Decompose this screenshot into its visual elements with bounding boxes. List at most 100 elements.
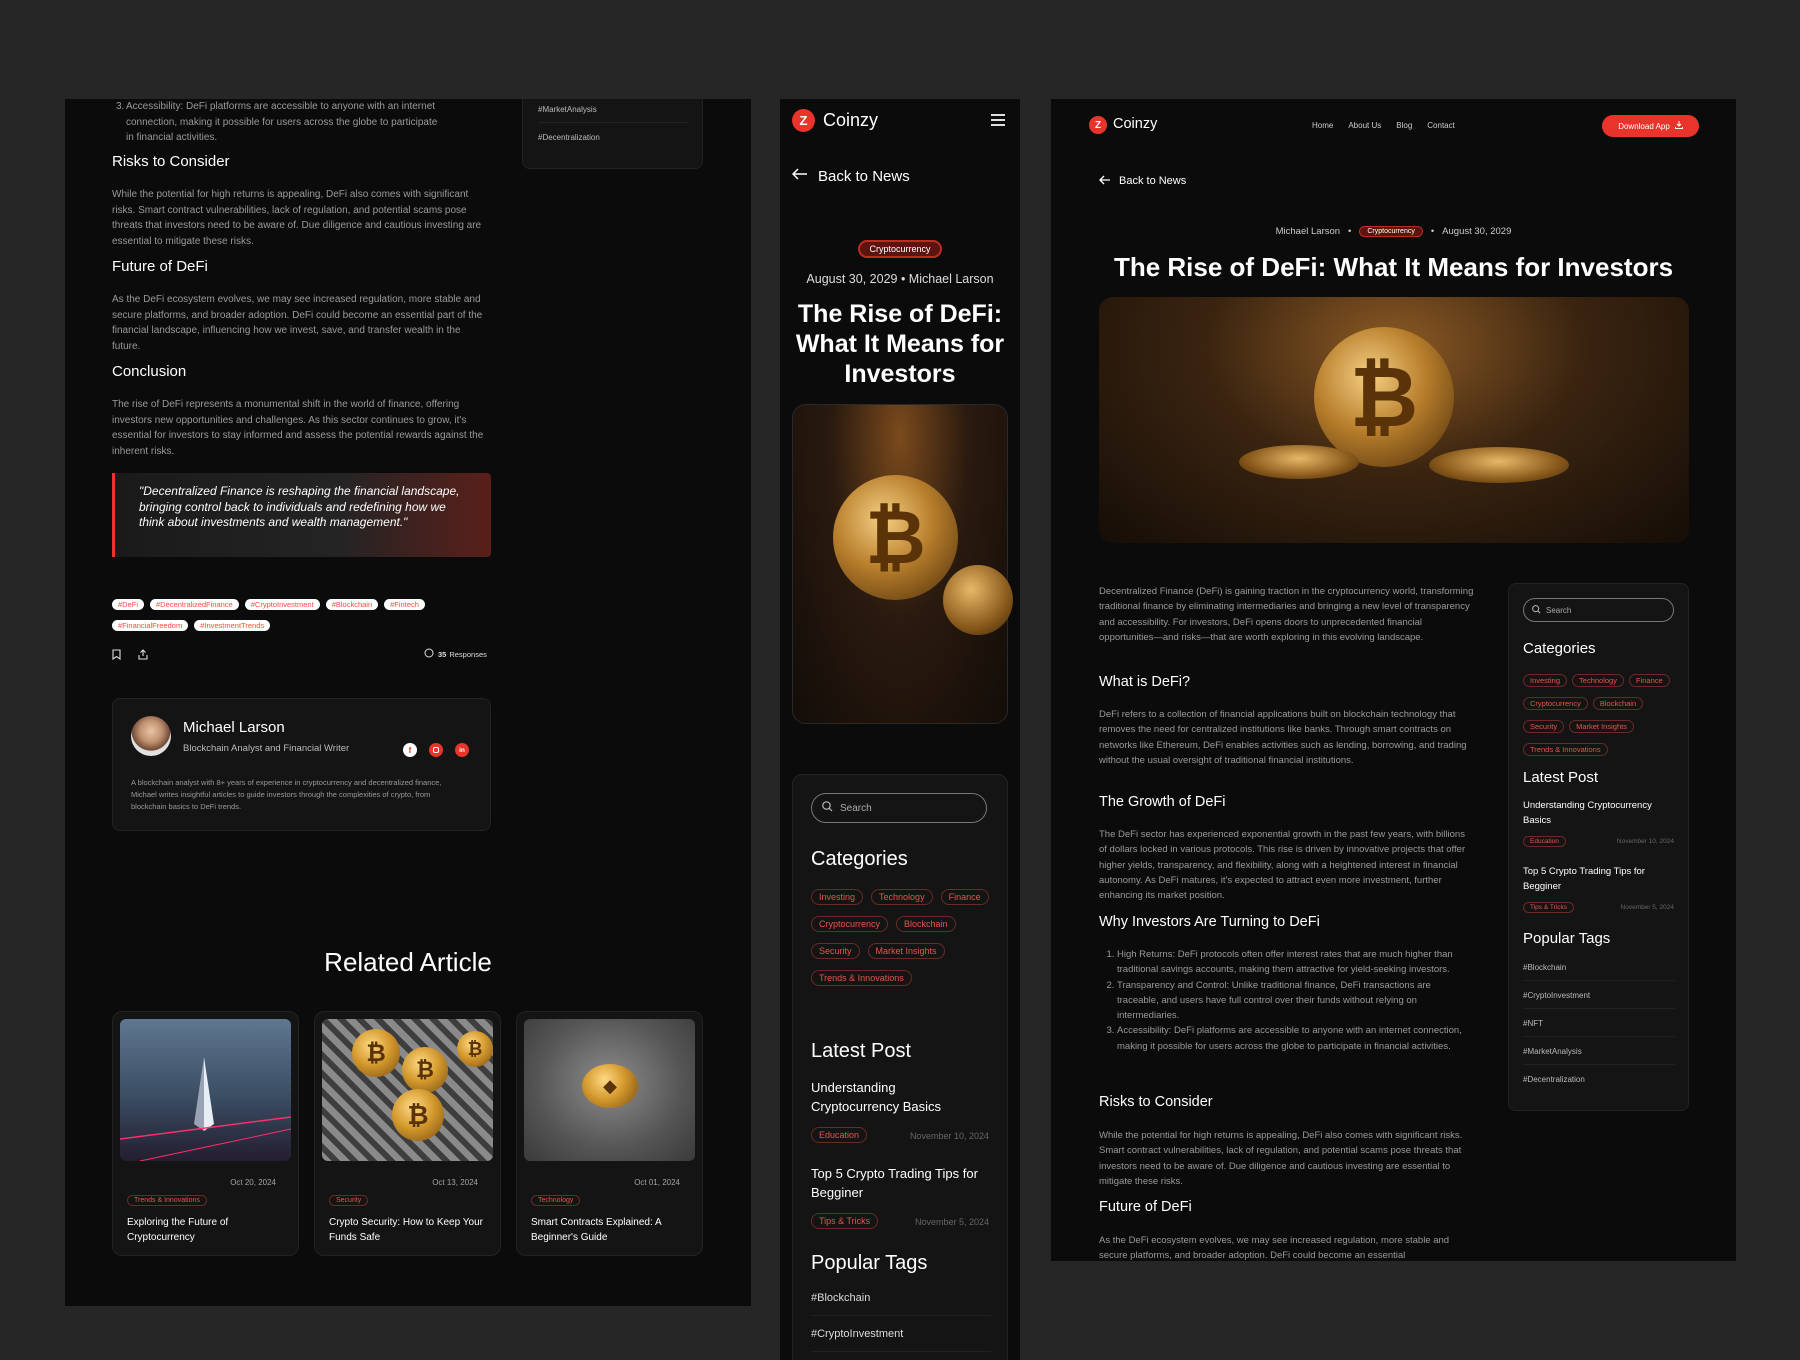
divider	[1523, 980, 1675, 981]
category-pill[interactable]: Market Insights	[1569, 720, 1634, 733]
linkedin-icon[interactable]: in	[455, 743, 469, 757]
latest-post-date: November 5, 2024	[1620, 904, 1674, 911]
related-article-card[interactable]: Oct 20, 2024 Trends & Innovations Explor…	[112, 1011, 299, 1256]
related-title[interactable]: Exploring the Future of Cryptocurrency	[127, 1215, 287, 1245]
popular-tag[interactable]: #Blockchain	[811, 1292, 870, 1304]
related-article-card[interactable]: ₿ ₿ ₿ ₿ Oct 13, 2024 Security Crypto Sec…	[314, 1011, 501, 1256]
search-box[interactable]: Search	[811, 793, 987, 823]
list-item-accessibility: Accessibility: DeFi platforms are access…	[126, 101, 438, 143]
menu-icon[interactable]	[990, 113, 1006, 132]
popular-tag[interactable]: #MarketAnalysis	[1523, 1047, 1582, 1056]
bookmark-icon[interactable]	[112, 647, 121, 665]
divider	[811, 1351, 991, 1352]
article-date: August 30, 2029	[1442, 226, 1512, 237]
related-title[interactable]: Crypto Security: How to Keep Your Funds …	[329, 1215, 489, 1245]
nav-contact[interactable]: Contact	[1427, 121, 1455, 130]
popular-tag[interactable]: #Blockchain	[1523, 963, 1566, 972]
category-pills: Investing Technology Finance Cryptocurrency…	[1523, 670, 1683, 762]
category-pill[interactable]: Technology	[1572, 674, 1624, 687]
latest-post-title[interactable]: Top 5 Crypto Trading Tips for Begginer	[1523, 864, 1678, 894]
category-pill[interactable]: Blockchain	[1592, 697, 1644, 710]
back-label: Back to News	[818, 167, 910, 185]
category-badge[interactable]: Cryptocurrency	[1359, 226, 1423, 237]
latest-post-tag[interactable]: Tips & Tricks	[811, 1213, 879, 1229]
search-box[interactable]: Search	[1523, 598, 1674, 622]
latest-post-tag[interactable]: Tips & Tricks	[1523, 902, 1574, 913]
brand-logo[interactable]: Z	[1089, 116, 1107, 134]
article-tag[interactable]: #DeFi	[112, 599, 145, 610]
why-list: High Returns: DeFi protocols often offer…	[1117, 947, 1475, 1054]
responses-link[interactable]: 35 Responses	[424, 648, 487, 660]
back-to-news-link[interactable]: Back to News	[791, 167, 910, 185]
instagram-icon[interactable]	[429, 743, 443, 757]
related-tag[interactable]: Technology	[531, 1195, 581, 1206]
facebook-icon[interactable]: f	[403, 743, 417, 757]
latest-post-title[interactable]: Understanding Cryptocurrency Basics	[811, 1078, 981, 1116]
article-date: August 30, 2029	[806, 272, 898, 286]
popular-tag[interactable]: #NFT	[1523, 1019, 1543, 1028]
category-pill[interactable]: Security	[1523, 720, 1565, 733]
popular-tag[interactable]: #CryptoInvestment	[811, 1328, 903, 1340]
related-tag[interactable]: Trends & Innovations	[127, 1195, 207, 1206]
latest-post-title[interactable]: Top 5 Crypto Trading Tips for Begginer	[811, 1164, 981, 1202]
related-tag[interactable]: Security	[329, 1195, 369, 1206]
popular-heading: Popular Tags	[1523, 930, 1611, 947]
category-pill[interactable]: Market Insights	[867, 943, 945, 959]
category-pill[interactable]: Cryptocurrency	[811, 916, 889, 932]
why-list-item: Transparency and Control: Unlike traditi…	[1117, 978, 1475, 1024]
growth-heading: The Growth of DeFi	[1099, 794, 1226, 810]
article-meta: Michael Larson • Cryptocurrency • August…	[1275, 226, 1512, 237]
article-tag[interactable]: #FinancialFreedom	[112, 620, 189, 631]
category-pill[interactable]: Finance	[940, 889, 989, 905]
article-tag[interactable]: #InvestmentTrends	[194, 620, 271, 631]
share-icon[interactable]	[138, 647, 148, 665]
related-article-card[interactable]: ◆ Oct 01, 2024 Technology Smart Contract…	[516, 1011, 703, 1256]
article-tag[interactable]: #Blockchain	[325, 599, 379, 610]
future-heading: Future of DeFi	[1099, 1199, 1192, 1215]
download-app-button[interactable]: Download App	[1602, 115, 1699, 137]
brand-name[interactable]: Coinzy	[823, 110, 878, 131]
risks-text: While the potential for high returns is …	[112, 189, 482, 247]
divider	[1523, 1064, 1675, 1065]
related-title[interactable]: Smart Contracts Explained: A Beginner's …	[531, 1215, 691, 1245]
article-title: The Rise of DeFi: What It Means for Inve…	[1113, 252, 1674, 282]
related-date: Oct 01, 2024	[634, 1178, 680, 1187]
brand-logo[interactable]: Z	[792, 109, 815, 132]
latest-post-tag[interactable]: Education	[1523, 836, 1566, 847]
category-badge[interactable]: Cryptocurrency	[780, 239, 1020, 258]
what-text: DeFi refers to a collection of financial…	[1099, 709, 1467, 766]
category-pill[interactable]: Finance	[1628, 674, 1670, 687]
category-pill[interactable]: Investing	[811, 889, 864, 905]
desktop-article-page: Z Coinzy Home About Us Blog Contact Down…	[1051, 99, 1736, 1261]
why-list-item: High Returns: DeFi protocols often offer…	[1117, 947, 1475, 978]
divider	[538, 122, 688, 123]
category-pill[interactable]: Trends & Innovations	[811, 970, 912, 986]
category-pill[interactable]: Trends & Innovations	[1523, 743, 1608, 756]
future-text: As the DeFi ecosystem evolves, we may se…	[1099, 1235, 1450, 1261]
category-pill[interactable]: Blockchain	[896, 916, 956, 932]
risks-heading: Risks to Consider	[112, 153, 230, 170]
nav-about[interactable]: About Us	[1348, 121, 1381, 130]
article-tag[interactable]: #CryptoInvestment	[244, 599, 320, 610]
popular-tag[interactable]: #CryptoInvestment	[1523, 991, 1590, 1000]
nav-blog[interactable]: Blog	[1396, 121, 1412, 130]
nav-home[interactable]: Home	[1312, 121, 1333, 130]
category-pill[interactable]: Security	[811, 943, 860, 959]
popular-tag[interactable]: #Decentralization	[1523, 1075, 1585, 1084]
latest-post-tag[interactable]: Education	[811, 1127, 868, 1143]
popular-tags-box: #MarketAnalysis #Decentralization	[522, 99, 703, 169]
article-tag[interactable]: #DecentralizedFinance	[150, 599, 239, 610]
article-tag[interactable]: #Fintech	[384, 599, 425, 610]
back-to-news-link[interactable]: Back to News	[1099, 172, 1186, 190]
popular-tag[interactable]: #MarketAnalysis	[538, 105, 597, 114]
category-pill[interactable]: Investing	[1523, 674, 1568, 687]
latest-post-title[interactable]: Understanding Cryptocurrency Basics	[1523, 798, 1678, 828]
popular-tag[interactable]: #Decentralization	[538, 133, 600, 142]
category-pill[interactable]: Cryptocurrency	[1523, 697, 1588, 710]
category-pill[interactable]: Technology	[871, 889, 933, 905]
back-label: Back to News	[1119, 175, 1187, 187]
article-meta: August 30, 2029 • Michael Larson	[806, 272, 994, 286]
divider	[1523, 1036, 1675, 1037]
brand-name[interactable]: Coinzy	[1113, 116, 1157, 132]
search-icon	[1532, 601, 1541, 619]
